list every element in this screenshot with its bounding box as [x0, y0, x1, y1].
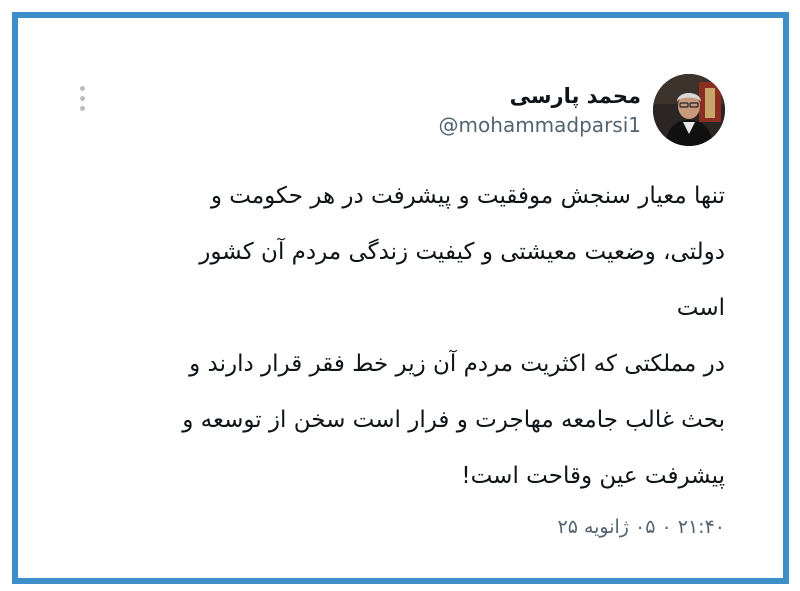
tweet-timestamp[interactable]: ۲۱:۴۰ ۰ ۰۵ ژانویه ۲۵	[557, 516, 725, 538]
author-handle[interactable]: @mohammadparsi1	[439, 111, 641, 139]
more-options-icon[interactable]	[78, 86, 86, 111]
dot	[79, 106, 85, 111]
author-display-name[interactable]: محمد پارسی	[510, 81, 641, 111]
tweet-header: محمد پارسی @mohammadparsi1	[439, 74, 725, 146]
author-names: محمد پارسی @mohammadparsi1	[439, 81, 641, 139]
tweet-line: دولتی، وضعیت معیشتی و کیفیت زندگی مردم آ…	[199, 239, 725, 265]
tweet-card: محمد پارسی @mohammadparsi1 تنها معیار سن…	[12, 12, 789, 584]
tweet-body: تنها معیار سنجش موفقیت و پیشرفت در هر حک…	[45, 168, 725, 504]
dot	[79, 86, 85, 91]
tweet-line: بحث غالب جامعه مهاجرت و فرار است سخن از …	[182, 407, 725, 433]
avatar[interactable]	[653, 74, 725, 146]
tweet-line: پیشرفت عین وقاحت است!	[461, 463, 725, 489]
tweet-line: در مملکتی که اکثریت مردم آن زیر خط فقر ق…	[189, 351, 725, 377]
tweet-line: است	[676, 295, 725, 321]
tweet-line: تنها معیار سنجش موفقیت و پیشرفت در هر حک…	[210, 183, 725, 209]
profile-photo-icon	[653, 74, 725, 146]
dot	[79, 96, 85, 101]
